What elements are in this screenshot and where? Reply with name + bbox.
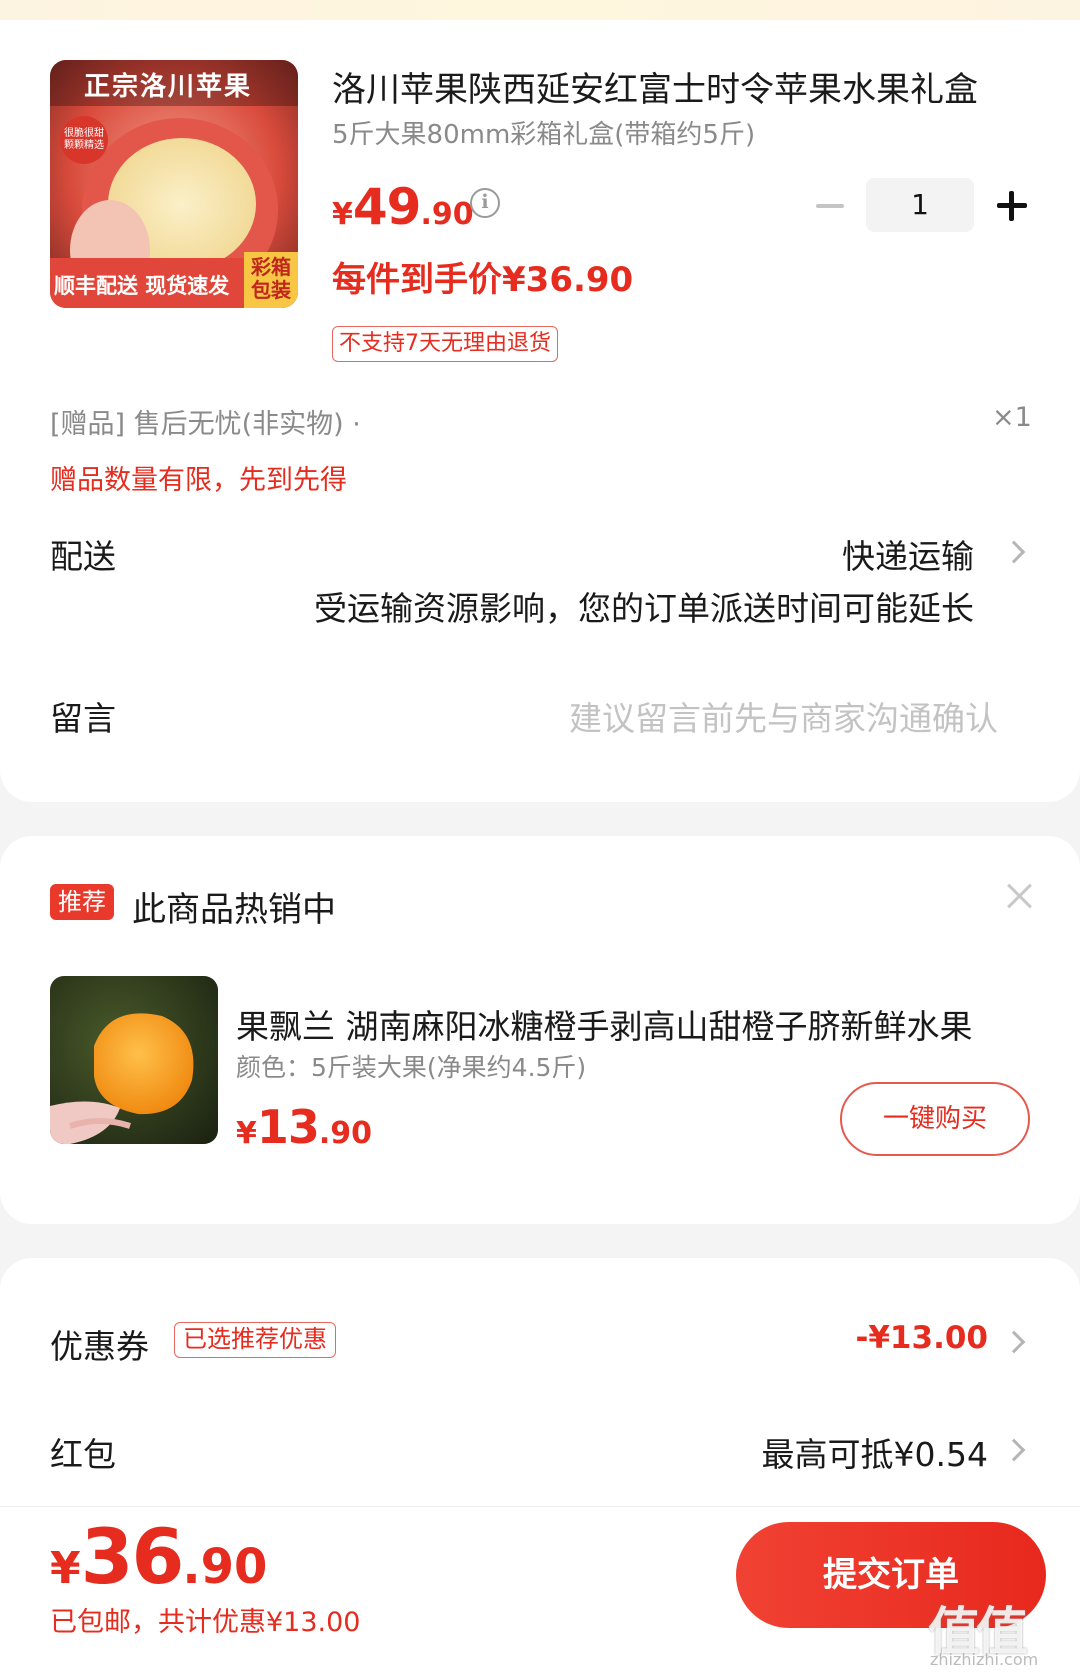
image-banner-text: 正宗洛川苹果 — [84, 72, 253, 102]
final-price: 每件到手价¥36.90 — [332, 260, 634, 300]
coupon-label: 优惠券 — [50, 1327, 149, 1366]
watermark-url: zhizhizhi.com — [930, 1650, 1039, 1669]
product-image[interactable]: 正宗洛川苹果 很脆很甜 颗颗精选 顺丰配送 现货速发 彩箱包装 — [50, 60, 298, 308]
coupon-tag: 已选推荐优惠 — [174, 1322, 336, 1358]
recommend-product-spec: 颜色：5斤装大果(净果约4.5斤) — [236, 1053, 587, 1082]
total-price: ¥ 36 .90 — [50, 1512, 267, 1601]
price-symbol: ¥ — [332, 197, 353, 232]
price-decimal: .90 — [420, 197, 474, 232]
quantity-plus-button[interactable] — [994, 188, 1030, 224]
image-corner-text: 彩箱包装 — [251, 255, 291, 302]
recommend-product-name[interactable]: 果飘兰 湖南麻阳冰糖橙手剥高山甜橙子脐新鲜水果 — [236, 1000, 1002, 1048]
gift-line[interactable]: [赠品] 售后无忧(非实物) · — [50, 402, 361, 441]
image-footer-text: 顺丰配送 现货速发 — [54, 274, 230, 298]
recommend-product-image[interactable] — [50, 976, 218, 1144]
price-integer: 49 — [352, 178, 422, 236]
redpack-label: 红包 — [50, 1435, 116, 1474]
recommend-title: 此商品热销中 — [132, 890, 336, 930]
price-integer: 13 — [256, 1100, 320, 1154]
gift-note: 赠品数量有限，先到先得 — [50, 465, 347, 496]
delivery-note: 受运输资源影响，您的订单派送时间可能延长 — [314, 589, 974, 628]
quantity-minus-button[interactable] — [812, 188, 848, 224]
info-icon[interactable]: i — [470, 188, 500, 218]
recommend-price: ¥ 13 .90 — [236, 1100, 372, 1154]
discount-card — [0, 1258, 1080, 1518]
gift-quantity: ×1 — [992, 402, 1032, 433]
message-label: 留言 — [50, 699, 116, 738]
image-badge-text: 很脆很甜 颗颗精选 — [64, 128, 104, 151]
total-note: 已包邮，共计优惠¥13.00 — [50, 1607, 361, 1638]
product-price: ¥ 49 .90 — [332, 178, 474, 236]
delivery-label: 配送 — [50, 537, 116, 576]
orange-image-icon — [50, 976, 218, 1144]
total-integer: 36 — [80, 1512, 185, 1601]
top-strip — [0, 0, 1080, 20]
close-icon[interactable] — [1006, 882, 1034, 910]
no-return-tag: 不支持7天无理由退货 — [332, 326, 558, 362]
product-spec[interactable]: 5斤大果80mm彩箱礼盒(带箱约5斤) — [332, 114, 755, 151]
message-input[interactable]: 建议留言前先与商家沟通确认 — [569, 692, 998, 740]
total-symbol: ¥ — [50, 1543, 81, 1594]
recommend-badge: 推荐 — [50, 884, 114, 920]
redpack-value[interactable]: 最高可抵¥0.54 — [762, 1428, 988, 1476]
one-click-buy-button[interactable]: 一键购买 — [840, 1082, 1030, 1156]
delivery-value[interactable]: 快递运输 — [842, 530, 974, 578]
quantity-input[interactable]: 1 — [866, 178, 974, 232]
product-title[interactable]: 洛川苹果陕西延安红富士时令苹果水果礼盒 — [332, 62, 1022, 111]
price-symbol: ¥ — [236, 1116, 257, 1151]
total-decimal: .90 — [182, 1539, 268, 1595]
price-decimal: .90 — [318, 1116, 373, 1151]
coupon-value[interactable]: -¥13.00 — [856, 1320, 989, 1356]
